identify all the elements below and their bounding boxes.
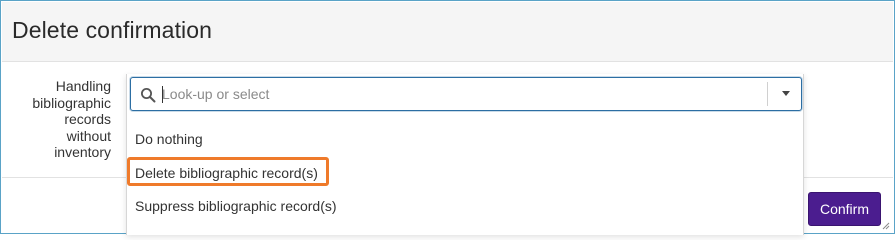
option-suppress-bib-records[interactable]: Suppress bibliographic record(s) xyxy=(135,196,337,216)
search-input-placeholder[interactable]: Look-up or select xyxy=(162,78,269,110)
handling-records-select[interactable]: Look-up or select xyxy=(130,77,802,111)
option-do-nothing[interactable]: Do nothing xyxy=(135,129,203,149)
delete-confirmation-dialog: Delete confirmation Handling bibliograph… xyxy=(0,0,895,235)
chevron-down-icon[interactable] xyxy=(782,91,790,96)
handling-records-label: Handling bibliographic records without i… xyxy=(32,78,111,160)
text-cursor xyxy=(162,86,163,103)
confirm-button[interactable]: Confirm xyxy=(808,192,881,226)
dialog-title: Delete confirmation xyxy=(12,17,213,43)
dialog-header: Delete confirmation xyxy=(2,2,893,62)
search-icon xyxy=(141,88,156,103)
resize-grip-icon[interactable] xyxy=(882,222,890,230)
highlight-annotation xyxy=(127,157,329,186)
dropdown-divider xyxy=(767,82,768,106)
